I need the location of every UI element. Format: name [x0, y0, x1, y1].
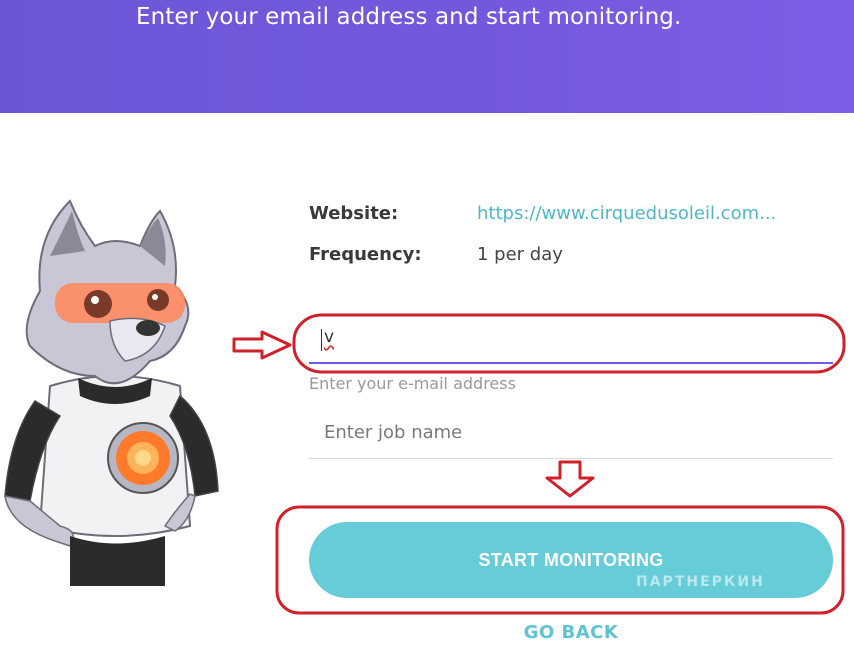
job-name-placeholder: Enter job name [324, 422, 463, 443]
job-name-input[interactable]: Enter job name [309, 412, 833, 459]
frequency-label: Frequency: [309, 244, 422, 265]
email-input[interactable]: v [309, 322, 833, 364]
email-input-value: v [324, 327, 335, 347]
go-back-link[interactable]: GO BACK [309, 622, 833, 643]
right-arrow-annotation [232, 330, 292, 360]
down-arrow-annotation [545, 460, 595, 498]
text-caret [321, 329, 322, 351]
hero-tagline: Enter your email address and start monit… [136, 4, 682, 30]
website-label: Website: [309, 203, 399, 224]
wolf-mascot-illustration [4, 199, 219, 586]
hero-banner: Enter your email address and start monit… [0, 0, 854, 113]
watermark: ПАРТНЕРКИН [636, 574, 765, 590]
website-value[interactable]: https://www.cirquedusoleil.com... [477, 203, 776, 224]
frequency-value: 1 per day [477, 244, 563, 265]
email-hint: Enter your e-mail address [309, 374, 516, 393]
